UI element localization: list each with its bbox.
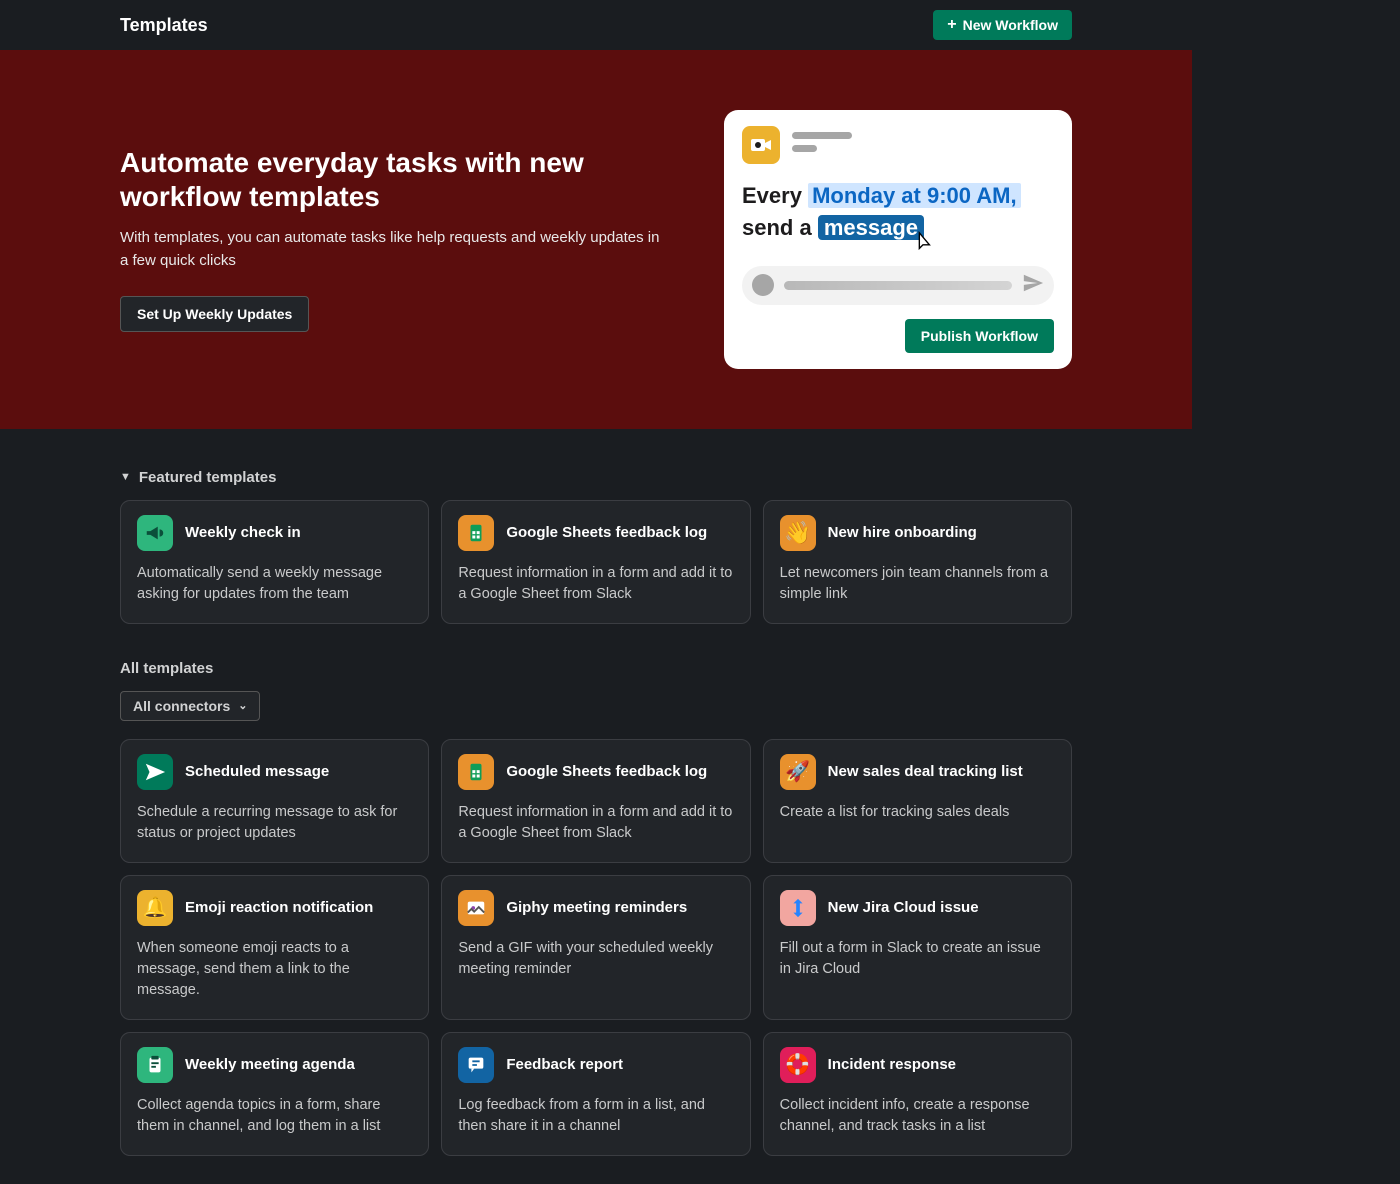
card-title: Scheduled message [185,763,329,780]
card-description: Automatically send a weekly message aski… [137,563,412,605]
template-card[interactable]: New Jira Cloud issue Fill out a form in S… [763,875,1072,1020]
hero-subheading: With templates, you can automate tasks l… [120,227,670,272]
hero-card-time: Monday at 9:00 AM, [808,183,1021,208]
card-title: Google Sheets feedback log [506,763,707,780]
card-description: When someone emoji reacts to a message, … [137,938,412,1001]
connectors-filter-button[interactable]: All connectors ⌄ [120,691,260,721]
rocket-icon: 🚀 [780,754,816,790]
hero-input-placeholder [742,266,1054,305]
setup-weekly-updates-button[interactable]: Set Up Weekly Updates [120,296,309,332]
card-title: Giphy meeting reminders [506,899,687,916]
featured-section-toggle[interactable]: ▼ Featured templates [120,469,1072,486]
sheets-icon [458,754,494,790]
card-description: Request information in a form and add it… [458,802,733,844]
template-card[interactable]: Scheduled message Schedule a recurring me… [120,739,429,863]
chevron-down-icon: ⌄ [238,699,247,712]
card-title: New sales deal tracking list [828,763,1023,780]
new-workflow-label: New Workflow [963,17,1058,33]
hero-card-every: Every [742,183,808,208]
clipboard-icon [137,1047,173,1083]
hero-card-message-pill: message [818,215,924,240]
hero-heading: Automate everyday tasks with new workflo… [120,146,674,213]
wave-icon: 👋 [780,515,816,551]
card-title: Weekly meeting agenda [185,1056,355,1073]
skeleton-lines [792,132,1054,158]
template-card[interactable]: Giphy meeting reminders Send a GIF with y… [441,875,750,1020]
bell-icon: 🔔 [137,890,173,926]
feedback-icon [458,1047,494,1083]
card-description: Collect agenda topics in a form, share t… [137,1095,412,1137]
hero-card-send-a: send a [742,215,818,240]
card-description: Collect incident info, create a response… [780,1095,1055,1137]
featured-heading: Featured templates [139,469,277,486]
card-description: Fill out a form in Slack to create an is… [780,938,1055,980]
megaphone-icon [137,515,173,551]
card-title: Emoji reaction notification [185,899,373,916]
card-title: Weekly check in [185,524,301,541]
card-description: Request information in a form and add it… [458,563,733,605]
card-description: Schedule a recurring message to ask for … [137,802,412,844]
card-description: Send a GIF with your scheduled weekly me… [458,938,733,980]
card-title: New Jira Cloud issue [828,899,979,916]
hero-workflow-preview: Every Monday at 9:00 AM, send a message … [724,110,1072,369]
card-title: Google Sheets feedback log [506,524,707,541]
card-description: Log feedback from a form in a list, and … [458,1095,733,1137]
card-title: New hire onboarding [828,524,977,541]
featured-template-card[interactable]: Weekly check in Automatically send a week… [120,500,429,624]
send-icon [1022,272,1044,299]
gif-icon [458,890,494,926]
speech-bubble-icon [752,274,774,296]
cursor-icon [912,230,934,262]
plus-icon: + [947,17,956,33]
template-card[interactable]: 🚀 New sales deal tracking list Create a li… [763,739,1072,863]
camera-icon [742,126,780,164]
card-description: Let newcomers join team channels from a … [780,563,1055,605]
page-title: Templates [120,15,208,36]
template-card[interactable]: Google Sheets feedback log Request inform… [441,739,750,863]
publish-workflow-button[interactable]: Publish Workflow [905,319,1054,353]
template-card[interactable]: 🔔 Emoji reaction notification When someone… [120,875,429,1020]
card-title: Incident response [828,1056,956,1073]
hero-banner: Automate everyday tasks with new workflo… [0,50,1192,429]
caret-down-icon: ▼ [120,471,131,483]
sheets-icon [458,515,494,551]
template-card[interactable]: Feedback report Log feedback from a form … [441,1032,750,1156]
jira-icon [780,890,816,926]
card-description: Create a list for tracking sales deals [780,802,1055,823]
card-title: Feedback report [506,1056,623,1073]
all-templates-heading: All templates [120,660,1072,677]
lifering-icon: 🛟 [780,1047,816,1083]
featured-template-card[interactable]: Google Sheets feedback log Request inform… [441,500,750,624]
paperplane-icon [137,754,173,790]
featured-template-card[interactable]: 👋 New hire onboarding Let newcomers join t… [763,500,1072,624]
template-card[interactable]: 🛟 Incident response Collect incident info,… [763,1032,1072,1156]
template-card[interactable]: Weekly meeting agenda Collect agenda topi… [120,1032,429,1156]
connectors-filter-label: All connectors [133,698,230,714]
new-workflow-button[interactable]: + New Workflow [933,10,1072,40]
